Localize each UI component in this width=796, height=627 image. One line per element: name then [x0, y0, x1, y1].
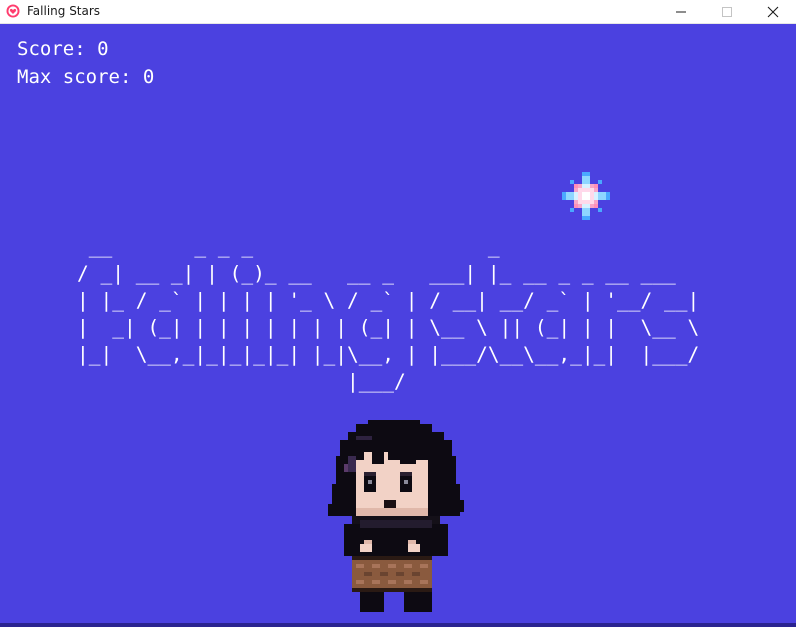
title-bar[interactable]: Falling Stars [0, 0, 796, 24]
girl-with-basket-sprite [328, 420, 464, 612]
falling-star-icon [562, 172, 610, 220]
minimize-button[interactable] [658, 0, 704, 24]
score-label: Score: 0 [17, 38, 109, 60]
maximize-button[interactable] [704, 0, 750, 24]
max-score-label: Max score: 0 [17, 66, 155, 88]
close-icon [767, 6, 779, 18]
heart-app-icon [6, 4, 20, 18]
game-window: Falling Stars Score: 0 Max score: 0 __ _… [0, 0, 796, 627]
maximize-icon [722, 7, 732, 17]
game-title-ascii-art: __ _ _ _ _ / _| __ _| | (_)_ __ __ _ ___… [77, 235, 700, 393]
window-bottom-border [0, 623, 796, 627]
window-title: Falling Stars [27, 4, 101, 18]
close-button[interactable] [750, 0, 796, 24]
minimize-icon [676, 11, 686, 13]
